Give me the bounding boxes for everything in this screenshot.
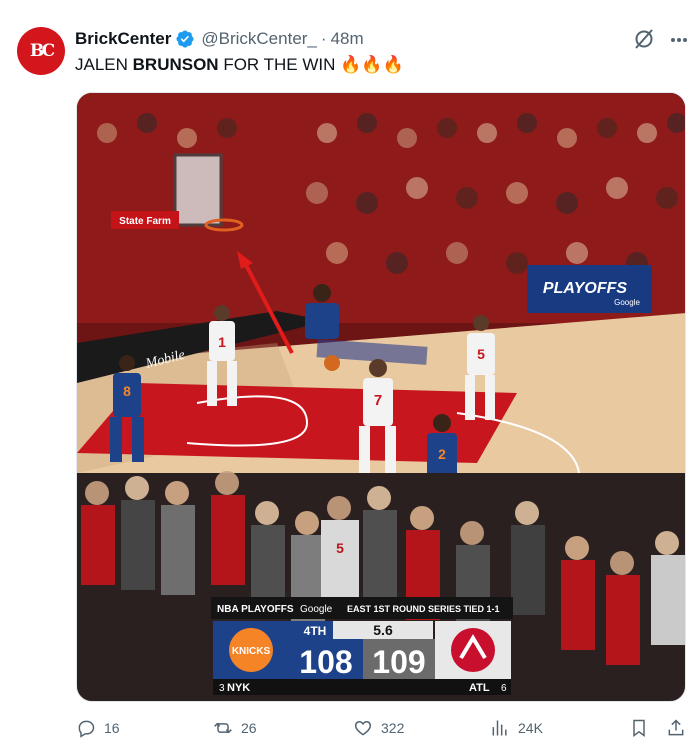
home-seed: 3: [219, 683, 225, 694]
like-button[interactable]: 322: [353, 718, 404, 738]
tweet-action-bar: 16 26 322 24K: [0, 712, 700, 748]
view-count: 24K: [518, 720, 543, 736]
svg-text:2: 2: [438, 446, 446, 462]
home-team-abbr: NYK: [227, 682, 250, 694]
retweet-icon: [214, 722, 232, 734]
views-chart-icon: [492, 720, 507, 736]
retweet-count: 26: [241, 720, 257, 736]
tweet-header: BrickCenter @BrickCenter_ · 48m: [75, 29, 364, 49]
knicks-logo-text: KNICKS: [232, 646, 271, 657]
reply-button[interactable]: 16: [76, 718, 120, 738]
quarter-label: 4TH: [304, 624, 327, 638]
scoreboard-playoffs-label: NBA PLAYOFFS: [217, 604, 294, 615]
home-score: 108: [299, 644, 352, 680]
tweet-media-video[interactable]: State Farm Mobile PLAYOFFS Google 1 5 7 …: [76, 92, 686, 702]
svg-text:7: 7: [374, 392, 382, 409]
basketball-court-image: State Farm Mobile PLAYOFFS Google 1 5 7 …: [77, 93, 685, 701]
playoffs-banner-sponsor: Google: [614, 298, 640, 307]
tweet-text-bold: BRUNSON: [132, 55, 219, 74]
away-team-abbr: ATL: [469, 682, 490, 694]
game-clock: 5.6: [373, 622, 393, 638]
svg-text:8: 8: [123, 383, 131, 399]
like-count: 322: [381, 720, 405, 736]
tweet-text-end: FOR THE WIN: [218, 55, 336, 74]
timestamp[interactable]: 48m: [331, 29, 364, 49]
more-options-icon[interactable]: [667, 28, 691, 52]
scoreboard: NBA PLAYOFFS Google EAST 1ST ROUND SERIE…: [211, 597, 513, 695]
retweet-button[interactable]: 26: [213, 718, 257, 738]
handle[interactable]: @BrickCenter_: [201, 29, 317, 49]
avatar[interactable]: BC: [17, 27, 65, 75]
share-button[interactable]: [666, 718, 686, 738]
away-seed: 6: [501, 683, 507, 694]
state-farm-banner: State Farm: [119, 216, 171, 227]
heart-icon: [354, 720, 372, 736]
share-icon: [668, 719, 684, 736]
verified-badge-icon[interactable]: [175, 29, 195, 49]
grok-icon[interactable]: [632, 27, 656, 51]
svg-text:1: 1: [218, 334, 226, 350]
tweet-text: JALEN BRUNSON FOR THE WIN 🔥🔥🔥: [75, 55, 404, 75]
tweet-text-start: JALEN: [75, 55, 133, 74]
svg-text:5: 5: [477, 346, 485, 362]
reply-icon: [78, 720, 95, 738]
fire-emoji: 🔥🔥🔥: [340, 55, 404, 74]
away-score: 109: [372, 644, 425, 680]
display-name[interactable]: BrickCenter: [75, 29, 171, 49]
avatar-logo-text: BC: [29, 41, 55, 61]
scoreboard-series-status: EAST 1ST ROUND SERIES TIED 1-1: [347, 604, 500, 614]
bookmark-button[interactable]: [629, 718, 649, 738]
reply-count: 16: [104, 720, 120, 736]
separator-dot: ·: [320, 29, 327, 48]
bookmark-icon: [633, 719, 645, 737]
views-button[interactable]: 24K: [490, 718, 543, 738]
fan-jersey-5: 5: [336, 540, 344, 556]
scoreboard-sponsor: Google: [300, 604, 333, 615]
playoffs-banner-text: PLAYOFFS: [543, 280, 627, 297]
